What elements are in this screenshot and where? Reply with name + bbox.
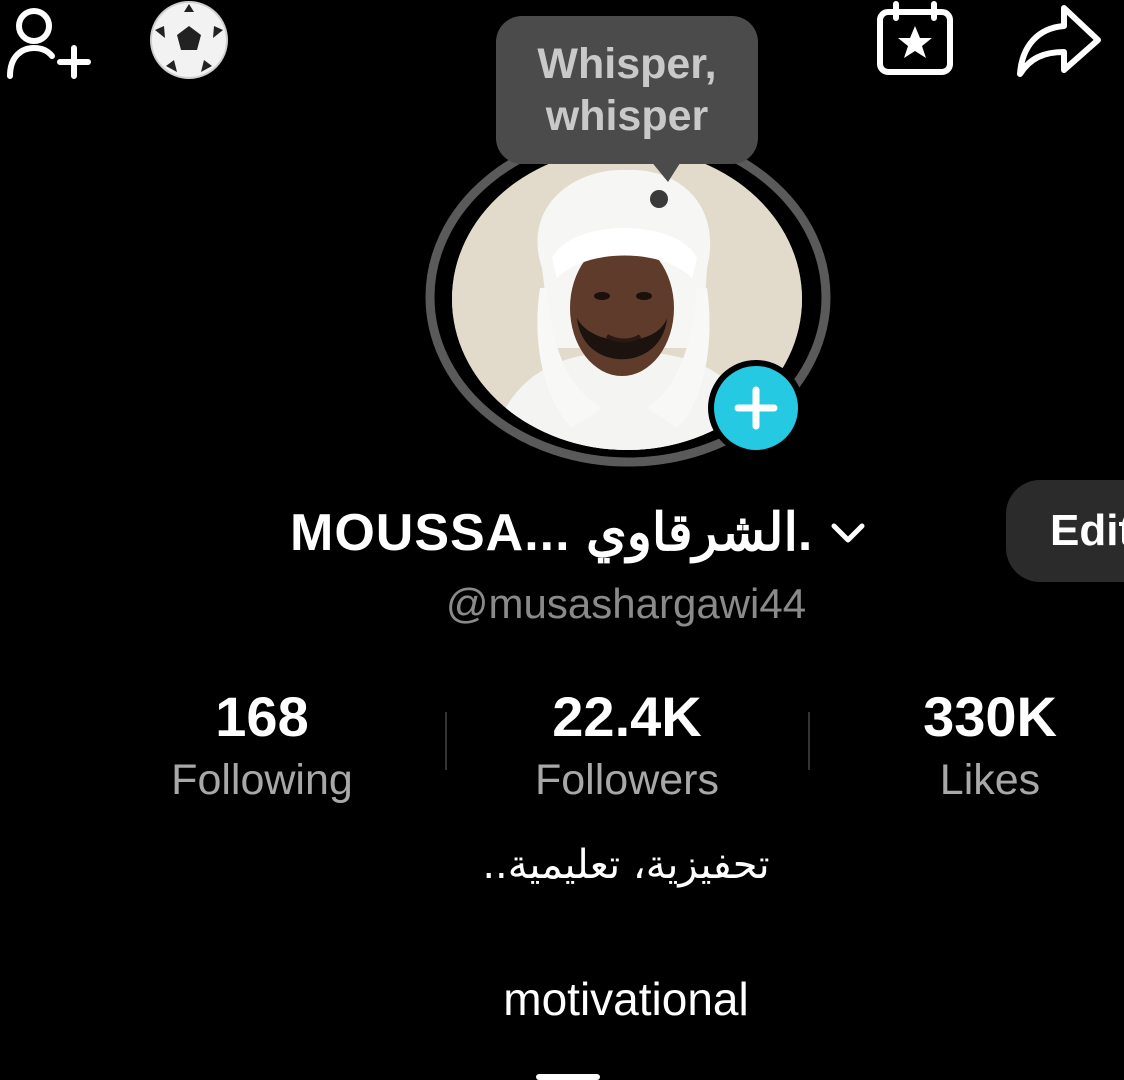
calendar-star-icon[interactable] (874, 0, 956, 78)
share-icon[interactable] (1012, 2, 1104, 78)
chevron-down-icon[interactable] (828, 518, 868, 548)
edit-button-label: Edit (1050, 506, 1124, 555)
stat-divider (445, 712, 447, 770)
tooltip-tail (650, 160, 682, 182)
following-label: Following (171, 756, 353, 804)
plus-badge (714, 366, 798, 450)
followers-label: Followers (535, 756, 719, 804)
add-friend-icon[interactable] (4, 4, 92, 80)
edit-profile-button[interactable]: Edit (1006, 480, 1124, 582)
add-story-button[interactable] (708, 360, 804, 456)
tooltip-line-2: whisper (545, 92, 709, 140)
profile-name-row[interactable]: MOUSSA... الشرقاوي. (290, 498, 868, 568)
username-handle: @musashargawi44 (445, 580, 807, 627)
display-name: MOUSSA... الشرقاوي. (290, 504, 813, 562)
likes-count: 330K (923, 685, 1057, 748)
stat-following[interactable]: 168 Following (112, 682, 412, 808)
bio-arabic: تحفيزية، تعليمية.. (482, 842, 770, 888)
bio-link-fragment (536, 1074, 600, 1080)
soccer-ball-icon[interactable] (146, 0, 232, 80)
stat-likes[interactable]: 330K Likes (840, 682, 1124, 808)
stat-followers[interactable]: 22.4K Followers (477, 682, 777, 808)
likes-label: Likes (939, 756, 1041, 804)
followers-count: 22.4K (552, 685, 702, 748)
plus-icon (734, 386, 778, 430)
tooltip-line-1: Whisper, (537, 40, 717, 88)
following-count: 168 (215, 685, 309, 748)
tooltip-anchor-dot (650, 190, 668, 208)
bio-english: motivational (503, 973, 749, 1025)
whisper-tooltip[interactable]: Whisper, whisper (496, 16, 758, 164)
stat-divider (808, 712, 810, 770)
